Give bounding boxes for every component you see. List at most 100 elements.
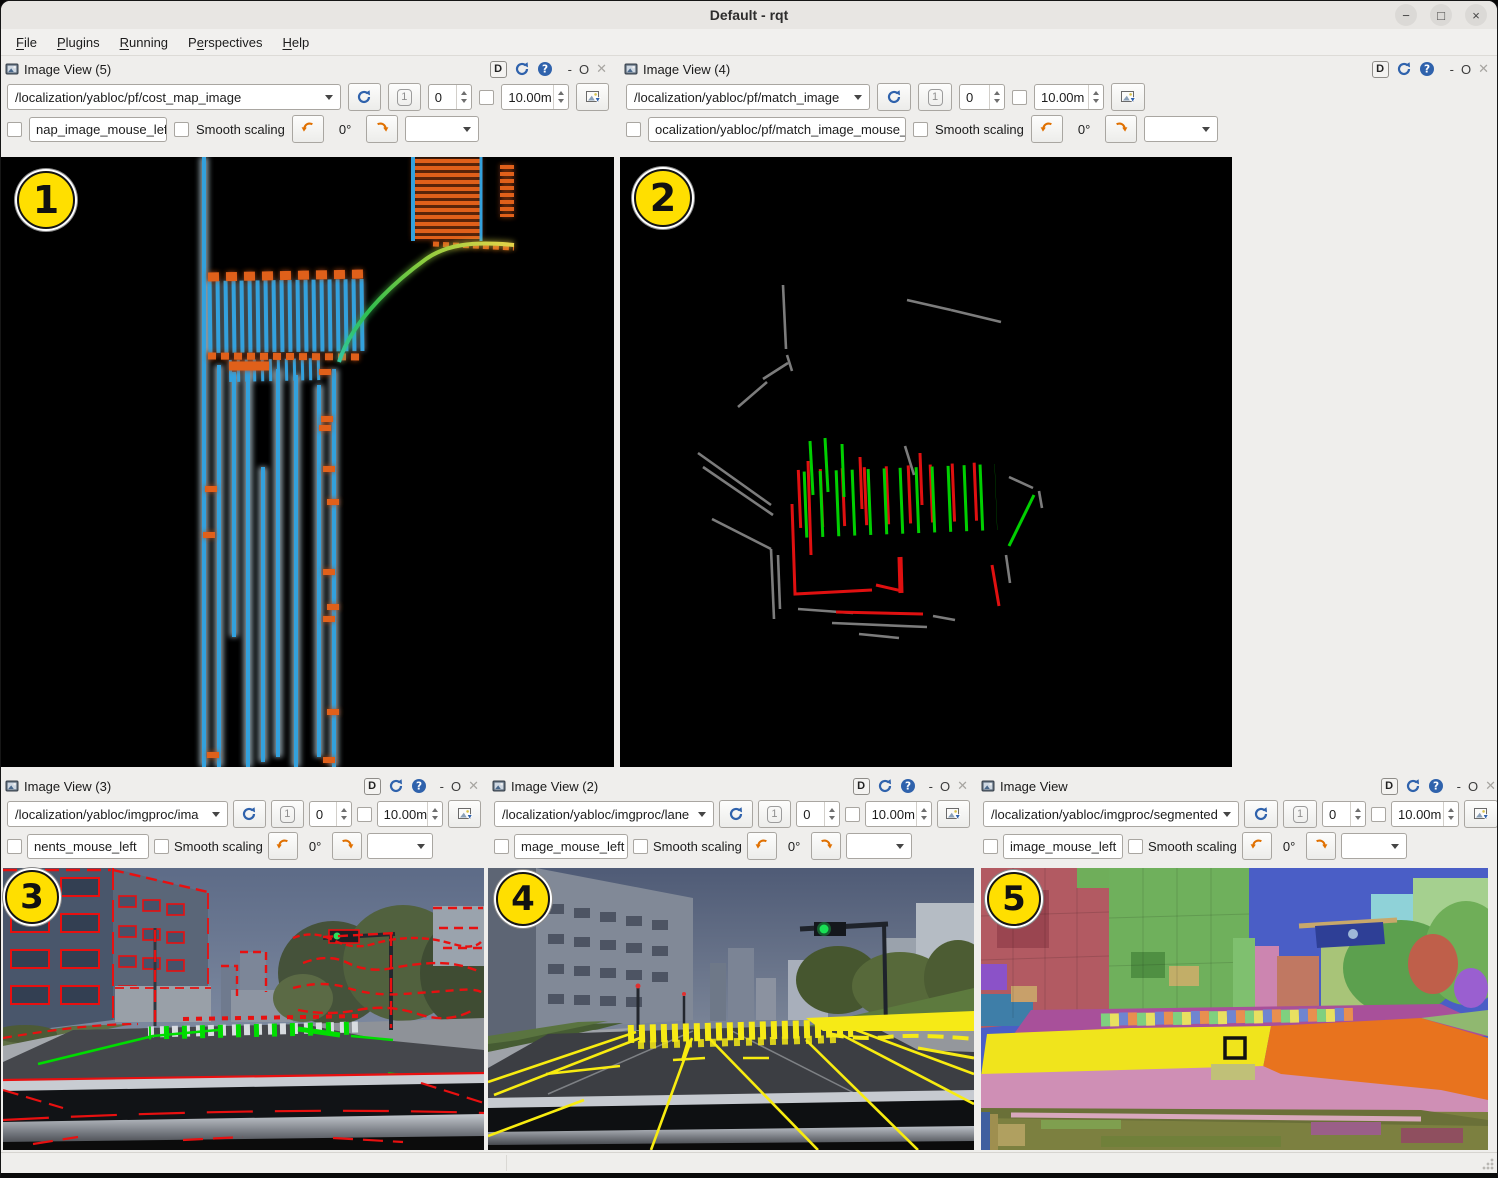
dock-maximize-button[interactable]: O [579, 62, 589, 77]
reload-plugin-icon[interactable] [388, 778, 404, 794]
rotation-mode-dropdown[interactable] [846, 833, 912, 859]
mouse-topic-field[interactable]: nents_mouse_left [27, 834, 149, 859]
dynamic-range-checkbox[interactable] [845, 807, 860, 822]
dock-minimize-button[interactable]: - [440, 779, 444, 794]
smooth-scaling-checkbox[interactable] [633, 839, 648, 854]
spin-arrows[interactable] [916, 802, 931, 826]
edge-image[interactable]: 3 [3, 868, 484, 1150]
smooth-scaling-checkbox[interactable] [913, 122, 928, 137]
dock-detach-button[interactable]: D [1381, 778, 1398, 795]
topic-dropdown[interactable]: /localization/yabloc/imgproc/ima [7, 801, 228, 827]
save-image-button[interactable] [576, 83, 609, 111]
capture-once-button[interactable]: 1 [1283, 800, 1317, 828]
frame-spinbox[interactable]: 0 [959, 84, 1005, 110]
spin-arrows[interactable] [1443, 802, 1458, 826]
publish-mouse-checkbox[interactable] [494, 839, 509, 854]
save-image-button[interactable] [448, 800, 481, 828]
max-range-spinbox[interactable]: 10.00m [1391, 801, 1459, 827]
dock-minimize-button[interactable]: - [1457, 779, 1461, 794]
window-minimize-button[interactable]: − [1395, 4, 1417, 26]
spin-arrows[interactable] [336, 802, 351, 826]
dock-maximize-button[interactable]: O [1461, 62, 1471, 77]
dock-titlebar[interactable]: Image View (2) D - O ✕ [488, 773, 976, 797]
dock-maximize-button[interactable]: O [451, 779, 461, 794]
rotate-cw-button[interactable] [811, 832, 841, 860]
spin-arrows[interactable] [456, 85, 471, 109]
dock-titlebar[interactable]: Image View D - O ✕ [977, 773, 1498, 797]
refresh-topics-button[interactable] [877, 83, 911, 111]
reload-plugin-icon[interactable] [514, 61, 530, 77]
help-icon[interactable] [537, 61, 553, 77]
refresh-topics-button[interactable] [719, 800, 752, 828]
dock-close-button[interactable]: ✕ [957, 778, 968, 794]
spin-arrows[interactable] [1088, 85, 1103, 109]
capture-once-button[interactable]: 1 [758, 800, 791, 828]
help-icon[interactable] [900, 778, 916, 794]
publish-mouse-checkbox[interactable] [7, 122, 22, 137]
smooth-scaling-checkbox[interactable] [154, 839, 169, 854]
topic-dropdown[interactable]: /localization/yabloc/pf/match_image [626, 84, 870, 110]
dock-detach-button[interactable]: D [1372, 61, 1389, 78]
smooth-scaling-checkbox[interactable] [174, 122, 189, 137]
cost-map-image[interactable]: 1 [1, 157, 615, 767]
frame-spinbox[interactable]: 0 [796, 801, 839, 827]
window-titlebar[interactable]: Default - rqt − □ × [1, 1, 1497, 29]
dock-minimize-button[interactable]: - [568, 62, 572, 77]
dock-minimize-button[interactable]: - [929, 779, 933, 794]
mouse-topic-field[interactable]: ocalization/yabloc/pf/match_image_mouse_… [648, 117, 906, 142]
menu-file[interactable]: File [7, 32, 46, 53]
capture-once-button[interactable]: 1 [271, 800, 304, 828]
rotate-ccw-button[interactable] [1242, 832, 1272, 860]
dock-detach-button[interactable]: D [853, 778, 870, 795]
dock-maximize-button[interactable]: O [940, 779, 950, 794]
rotate-ccw-button[interactable] [268, 832, 298, 860]
help-icon[interactable] [1428, 778, 1444, 794]
rotate-ccw-button[interactable] [292, 115, 324, 143]
rotation-mode-dropdown[interactable] [367, 833, 433, 859]
frame-spinbox[interactable]: 0 [1322, 801, 1366, 827]
dock-maximize-button[interactable]: O [1468, 779, 1478, 794]
rotation-mode-dropdown[interactable] [1341, 833, 1407, 859]
save-image-button[interactable] [937, 800, 970, 828]
rotate-ccw-button[interactable] [1031, 115, 1063, 143]
refresh-topics-button[interactable] [233, 800, 266, 828]
rotate-cw-button[interactable] [1105, 115, 1137, 143]
mouse-topic-field[interactable]: nap_image_mouse_left [29, 117, 167, 142]
dynamic-range-checkbox[interactable] [1012, 90, 1027, 105]
spin-arrows[interactable] [989, 85, 1004, 109]
menu-help[interactable]: Help [273, 32, 318, 53]
window-maximize-button[interactable]: □ [1430, 4, 1452, 26]
reload-plugin-icon[interactable] [1396, 61, 1412, 77]
frame-spinbox[interactable]: 0 [309, 801, 352, 827]
save-image-button[interactable] [1111, 83, 1145, 111]
topic-dropdown[interactable]: /localization/yabloc/imgproc/lane [494, 801, 714, 827]
max-range-spinbox[interactable]: 10.00m [1034, 84, 1104, 110]
dock-detach-button[interactable]: D [490, 61, 507, 78]
match-image[interactable]: 2 [620, 157, 1232, 767]
spin-arrows[interactable] [427, 802, 442, 826]
lane-image[interactable]: 4 [488, 868, 974, 1150]
dock-titlebar[interactable]: Image View (3) D - O ✕ [1, 773, 487, 797]
menu-perspectives[interactable]: Perspectives [179, 32, 271, 53]
capture-once-button[interactable]: 1 [388, 83, 421, 111]
rotate-cw-button[interactable] [366, 115, 398, 143]
dock-titlebar[interactable]: Image View (5) D - O ✕ [1, 56, 615, 80]
spin-arrows[interactable] [824, 802, 839, 826]
dock-detach-button[interactable]: D [364, 778, 381, 795]
reload-plugin-icon[interactable] [1405, 778, 1421, 794]
mouse-topic-field[interactable]: image_mouse_left [1003, 834, 1123, 859]
spin-arrows[interactable] [553, 85, 568, 109]
mouse-topic-field[interactable]: mage_mouse_left [514, 834, 628, 859]
segmented-image[interactable]: 5 [981, 868, 1488, 1150]
dock-close-button[interactable]: ✕ [596, 61, 607, 77]
resize-grip-icon[interactable] [1482, 1158, 1494, 1170]
help-icon[interactable] [411, 778, 427, 794]
topic-dropdown[interactable]: /localization/yabloc/imgproc/segmented [983, 801, 1239, 827]
refresh-topics-button[interactable] [1244, 800, 1278, 828]
spin-arrows[interactable] [1350, 802, 1365, 826]
max-range-spinbox[interactable]: 10.00m [865, 801, 932, 827]
window-close-button[interactable]: × [1465, 4, 1487, 26]
dynamic-range-checkbox[interactable] [357, 807, 372, 822]
publish-mouse-checkbox[interactable] [983, 839, 998, 854]
rotate-cw-button[interactable] [332, 832, 362, 860]
